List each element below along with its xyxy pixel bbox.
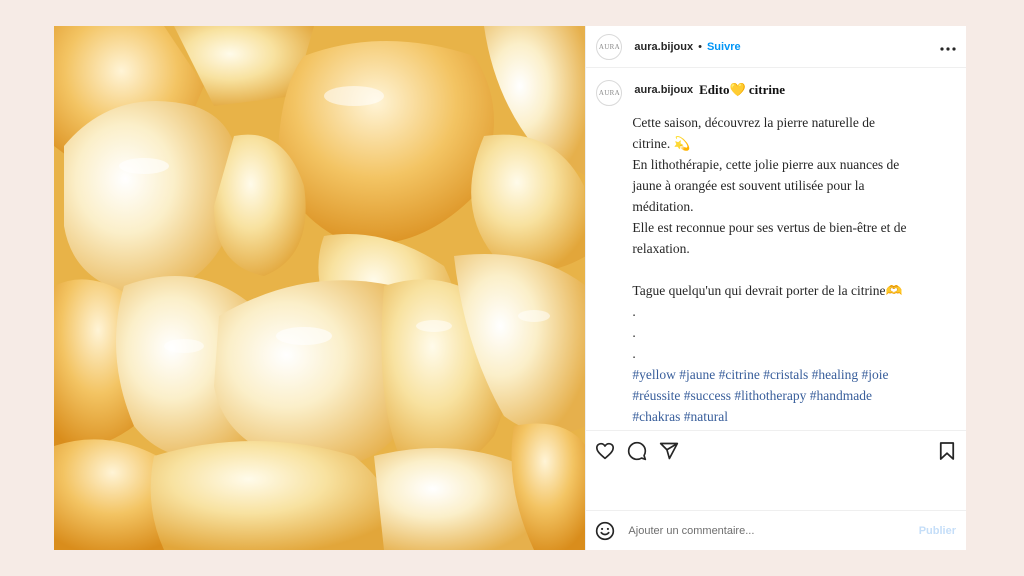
hashtag-link[interactable]: #citrine <box>719 367 760 382</box>
caption-line: En lithothérapie, cette jolie pierre aux… <box>632 157 900 172</box>
caption-dot: . <box>632 325 636 340</box>
caption-dot: . <box>632 304 636 319</box>
bookmark-icon <box>939 441 955 460</box>
caption-username[interactable]: aura.bijoux <box>634 84 693 96</box>
instagram-post: AURA aura.bijoux • Suivre AURA aura.bijo… <box>54 26 966 550</box>
post-sidebar: AURA aura.bijoux • Suivre AURA aura.bijo… <box>585 26 966 550</box>
avatar[interactable]: AURA <box>596 33 623 60</box>
follow-button[interactable]: Suivre <box>707 41 741 53</box>
comment-bubble-icon <box>628 441 647 460</box>
likes-area <box>586 470 966 510</box>
caption-avatar[interactable]: AURA <box>596 80 623 106</box>
post-image-citrine-stones[interactable] <box>54 26 586 550</box>
caption-head: aura.bijoux Edito💛 citrine <box>634 82 785 98</box>
action-bar <box>586 430 966 470</box>
emoji-smile-icon <box>596 521 615 540</box>
comment-bar: Publier <box>586 510 966 550</box>
heart-icon <box>596 442 615 459</box>
share-button[interactable] <box>658 440 680 462</box>
caption-line: relaxation. <box>632 241 690 256</box>
comment-button[interactable] <box>626 440 648 462</box>
emoji-button[interactable] <box>594 520 616 542</box>
hashtag-link[interactable]: #natural <box>684 409 728 424</box>
header-username[interactable]: aura.bijoux <box>634 41 693 53</box>
hashtag-link[interactable]: #jaune <box>679 367 715 382</box>
citrine-stones-illustration <box>54 26 586 550</box>
hashtag-link[interactable]: #healing <box>812 367 859 382</box>
hashtag-link[interactable]: #success <box>684 388 731 403</box>
caption-title: Edito💛 citrine <box>699 82 785 97</box>
caption-line: citrine. 💫 <box>632 136 691 151</box>
caption-line: Elle est reconnue pour ses vertus de bie… <box>632 220 907 235</box>
hashtag-link[interactable]: #cristals <box>763 367 808 382</box>
publish-button[interactable]: Publier <box>919 525 956 537</box>
caption-line: jaune à orangée est souvent utilisée pou… <box>632 178 865 193</box>
hashtag-link[interactable]: #lithotherapy <box>734 388 806 403</box>
comment-input[interactable] <box>626 523 919 538</box>
post-header: AURA aura.bijoux • Suivre <box>586 26 966 68</box>
separator-dot: • <box>698 40 702 53</box>
send-icon <box>660 442 679 459</box>
save-button[interactable] <box>936 440 958 462</box>
caption-tag-someone: Tague quelqu'un qui devrait porter de la… <box>632 283 903 298</box>
caption-dot: . <box>632 346 636 361</box>
hashtag-link[interactable]: #handmade <box>810 388 872 403</box>
hashtag-link[interactable]: #réussite <box>632 388 680 403</box>
hashtags: #yellow #jaune #citrine #cristals #heali… <box>632 364 956 427</box>
hashtag-line: #réussite #success #lithotherapy #handma… <box>632 385 956 406</box>
hashtag-link[interactable]: #yellow <box>632 367 676 382</box>
caption-line: méditation. <box>632 199 694 214</box>
caption-header: AURA aura.bijoux Edito💛 citrine <box>596 80 956 106</box>
caption-area: AURA aura.bijoux Edito💛 citrine Cette sa… <box>586 68 966 430</box>
hashtag-line: #chakras #natural <box>632 406 956 427</box>
hashtag-line: #yellow #jaune #citrine #cristals #heali… <box>632 364 956 385</box>
more-options-icon[interactable] <box>940 38 956 56</box>
more-horizontal-icon <box>940 46 956 51</box>
caption-line: Cette saison, découvrez la pierre nature… <box>632 115 875 130</box>
like-button[interactable] <box>594 440 616 462</box>
hashtag-link[interactable]: #chakras <box>632 409 680 424</box>
hashtag-link[interactable]: #joie <box>862 367 889 382</box>
caption-text: Cette saison, découvrez la pierre nature… <box>632 112 956 427</box>
